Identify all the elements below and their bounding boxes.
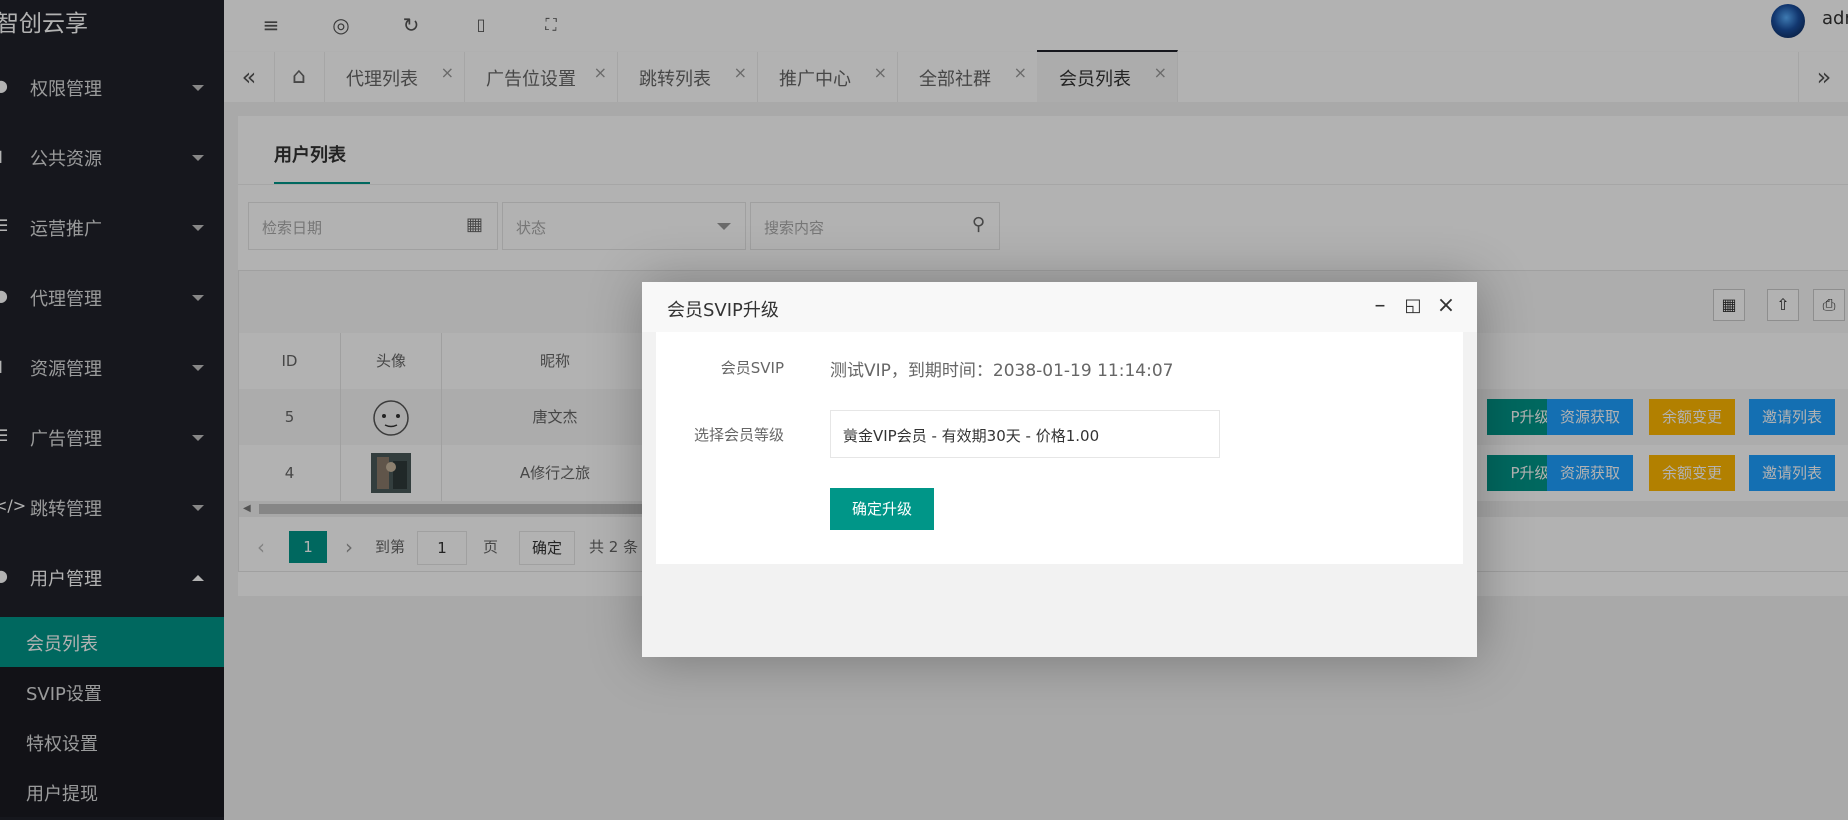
dialog-body: 会员SVIP 测试VIP，到期时间：2038-01-19 11:14:07 选择… xyxy=(642,332,1477,657)
maximize-icon[interactable]: ◱ xyxy=(1401,294,1425,318)
dialog-title: 会员SVIP升级 xyxy=(667,300,779,321)
svip-upgrade-dialog: 会员SVIP升级 – ◱ × 会员SVIP 测试VIP，到期时间：2038-01… xyxy=(642,282,1477,657)
level-label: 选择会员等级 xyxy=(693,426,784,444)
confirm-upgrade-button[interactable]: 确定升级 xyxy=(830,488,934,530)
svip-upgrade-form: 会员SVIP 测试VIP，到期时间：2038-01-19 11:14:07 选择… xyxy=(656,332,1463,564)
caret-down-icon xyxy=(843,430,857,437)
member-level-selected: 黄金VIP会员 - 有效期30天 - 价格1.00 xyxy=(843,427,1100,445)
svip-label: 会员SVIP xyxy=(720,359,784,377)
member-level-select[interactable]: 黄金VIP会员 - 有效期30天 - 价格1.00 xyxy=(830,410,1220,458)
svip-current-value: 测试VIP，到期时间：2038-01-19 11:14:07 xyxy=(830,361,1174,381)
dialog-header: 会员SVIP升级 – ◱ × xyxy=(642,282,1477,333)
minimize-icon[interactable]: – xyxy=(1368,294,1392,318)
close-icon[interactable]: × xyxy=(1434,294,1458,318)
